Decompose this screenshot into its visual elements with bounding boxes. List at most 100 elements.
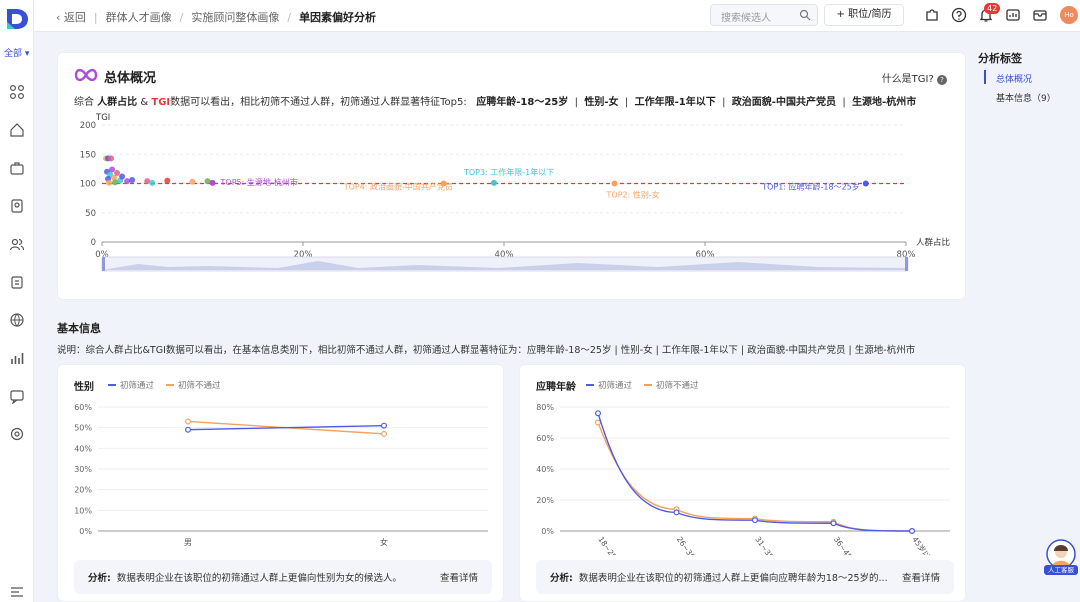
scatter-point <box>164 177 171 184</box>
analysis-tags-panel: 分析标签 总体概况 基本信息（9） <box>978 50 1068 104</box>
help-icon[interactable] <box>951 7 967 23</box>
basic-info-description: 说明：综合人群占比&TGI数据可以看出，在基本信息类别下，相比初筛不通过人群，初… <box>57 345 916 356</box>
customer-service-button[interactable]: 人工客服 <box>1044 539 1078 575</box>
sidebar: 全部 ▾ <box>0 0 34 602</box>
series-point <box>184 426 191 433</box>
trait-1: 应聘年龄-18～25岁 <box>476 97 569 108</box>
gender-legend[interactable]: 初筛通过 初筛不通过 <box>108 379 221 391</box>
x-tick-label: 女 <box>380 537 388 547</box>
overview-summary: 综合 人群占比 & TGI数据可以看出，相比初筛不通过人群，初筛通过人群显著特征… <box>74 97 917 108</box>
app-logo[interactable] <box>4 6 30 32</box>
basic-info-title: 基本信息 <box>57 322 101 335</box>
x-tick-label: 26~30岁 <box>675 534 702 555</box>
breadcrumb-item[interactable]: 群体人才画像 <box>106 9 172 25</box>
y-axis-label: TGI <box>95 113 110 123</box>
x-tick-label: 18~25岁 <box>596 534 623 555</box>
globe-icon[interactable] <box>9 312 25 328</box>
all-filter-dropdown[interactable]: 全部 ▾ <box>4 46 29 59</box>
series-point <box>594 410 601 417</box>
top-trait-point <box>490 179 497 186</box>
settings-icon[interactable] <box>9 426 25 442</box>
collapse-menu-icon[interactable] <box>9 584 25 600</box>
zoom-handle-right[interactable] <box>905 257 908 271</box>
top-trait-label: TOP4: 政治面貌-中国共产党员 <box>343 182 453 192</box>
top-trait-point <box>611 180 618 187</box>
bar-chart-icon[interactable] <box>9 350 25 366</box>
infinity-logo-icon <box>74 68 98 82</box>
top-trait-label: TOP1: 应聘年龄-18～25岁 <box>761 182 860 192</box>
what-is-tgi-link[interactable]: 什么是TGI? ? <box>882 70 947 85</box>
scatter-point <box>119 173 126 180</box>
scatter-point <box>129 176 136 183</box>
y-tick-label: 150 <box>80 150 96 160</box>
legend-pass[interactable]: 初筛通过 <box>586 379 632 391</box>
y-tick-label: 50% <box>74 424 92 433</box>
y-tick-label: 40% <box>74 444 92 453</box>
gender-analysis-box: 分析: 数据表明企业在该职位的初筛通过人群上更偏向性别为女的候选人。 查看详情 <box>74 560 492 594</box>
age-legend[interactable]: 初筛通过 初筛不通过 <box>586 379 699 391</box>
back-link[interactable]: ‹ 返回 <box>56 9 86 25</box>
top-trait-label: TOP3: 工作年限-1年以下 <box>463 167 554 177</box>
y-tick-label: 200 <box>80 121 96 131</box>
series-point <box>381 430 388 437</box>
y-tick-label: 80% <box>536 403 554 412</box>
age-chart-card: 应聘年龄 初筛通过 初筛不通过 0% 20% 40% 60% 80% 18~25岁 26~3… <box>519 364 966 602</box>
y-tick-label: 10% <box>74 506 92 515</box>
legend-pass[interactable]: 初筛通过 <box>108 379 154 391</box>
user-avatar[interactable]: Ho <box>1060 6 1078 24</box>
mailbox-icon[interactable] <box>1032 7 1048 23</box>
series-point <box>673 509 680 516</box>
legend-fail[interactable]: 初筛不通过 <box>644 379 699 391</box>
message-icon[interactable] <box>9 388 25 404</box>
top-trait-label: TOP5: 生源地-杭州市 <box>220 177 298 187</box>
notification-badge: 42 <box>984 3 1001 14</box>
breadcrumb-item[interactable]: 实施顾问整体画像 <box>191 9 279 25</box>
y-tick-label: 100 <box>80 180 96 190</box>
puzzle-icon[interactable] <box>924 7 940 23</box>
y-tick-label: 30% <box>74 465 92 474</box>
y-tick-label: 20% <box>74 486 92 495</box>
trait-2: 性别-女 <box>584 97 619 108</box>
top-trait-point <box>862 180 869 187</box>
top-trait-point <box>209 179 216 186</box>
scatter-point <box>108 155 115 162</box>
x-tick-label: 31~35岁 <box>753 534 780 555</box>
series-point <box>381 422 388 429</box>
customer-service-label: 人工客服 <box>1044 565 1078 575</box>
question-icon: ? <box>937 75 947 85</box>
search-icon[interactable] <box>799 9 811 21</box>
scatter-point <box>189 178 196 185</box>
x-tick-label: 男 <box>184 538 192 547</box>
age-view-detail-link[interactable]: 查看详情 <box>902 570 940 584</box>
scatter-point <box>114 169 121 176</box>
breadcrumb: ‹ 返回 | 群体人才画像 / 实施顾问整体画像 / 单因素偏好分析 <box>56 9 377 25</box>
chart-icon[interactable] <box>1005 7 1021 23</box>
add-job-resume-button[interactable]: + 职位/简历 <box>824 4 904 26</box>
grid-icon[interactable] <box>9 84 25 100</box>
users-icon[interactable] <box>9 236 25 252</box>
tag-basic-info[interactable]: 基本信息（9） <box>996 91 1056 104</box>
briefcase-icon[interactable] <box>9 160 25 176</box>
x-tick-label: 36~45岁 <box>832 534 859 555</box>
y-tick-label: 0% <box>79 527 92 536</box>
zoom-handle-left[interactable] <box>102 257 105 271</box>
y-tick-label: 40% <box>536 465 554 474</box>
search-input[interactable]: 搜索候选人 <box>710 4 818 26</box>
scatter-point <box>109 166 116 173</box>
gender-view-detail-link[interactable]: 查看详情 <box>440 570 478 584</box>
y-tick-label: 0% <box>541 527 554 536</box>
legend-fail[interactable]: 初筛不通过 <box>166 379 221 391</box>
clipboard-icon[interactable] <box>9 274 25 290</box>
gender-chart-title: 性别 <box>74 382 94 393</box>
home-icon[interactable] <box>9 122 25 138</box>
trait-4: 政治面貌-中国共产党员 <box>731 97 836 108</box>
analysis-tags-title: 分析标签 <box>978 52 1022 65</box>
y-tick-label: 20% <box>536 496 554 505</box>
age-line-chart: 0% 20% 40% 60% 80% 18~25岁 26~30岁 31~35岁 36~45岁 45… <box>536 403 950 555</box>
top-bar: ‹ 返回 | 群体人才画像 / 实施顾问整体画像 / 单因素偏好分析 搜索候选人… <box>34 0 1080 32</box>
y-tick-label: 60% <box>74 403 92 412</box>
resume-icon[interactable] <box>9 198 25 214</box>
tag-overview[interactable]: 总体概况 <box>996 72 1032 85</box>
age-analysis-box: 分析: 数据表明企业在该职位的初筛通过人群上更偏向应聘年龄为18～25岁的...… <box>536 560 954 594</box>
overview-card: 总体概况 什么是TGI? ? 综合 人群占比 & TGI数据可以看出，相比初筛不… <box>57 52 966 300</box>
